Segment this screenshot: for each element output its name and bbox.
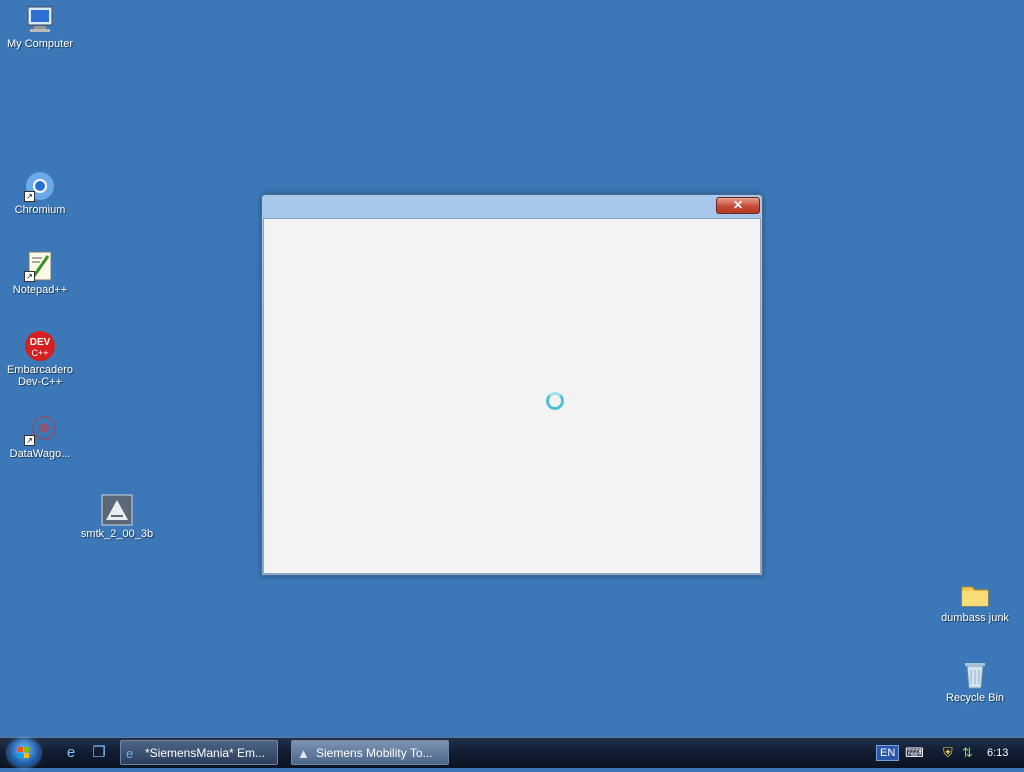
desktop-icon-label: Recycle Bin [945,692,1005,704]
desktop-icon-label: smtk_2_00_3b [80,528,154,540]
quicklaunch-ie-icon[interactable]: e [62,744,80,762]
security-shield-icon[interactable]: ⛨ [943,744,953,762]
desktop-icon-label: Notepad++ [12,284,68,296]
folder-icon [959,578,991,610]
desktop-icon-notepadpp[interactable]: ↗ Notepad++ [0,250,80,296]
svg-text:DEV: DEV [30,337,51,348]
taskbar-button-label: Siemens Mobility To... [316,746,433,760]
desktop-icon-dumbass-junk[interactable]: dumbass junk [935,578,1015,624]
desktop-icon-label: Chromium [14,204,66,216]
close-button[interactable]: ✕ [716,197,760,214]
smtk-installer-icon [101,494,133,526]
shortcut-arrow-icon: ↗ [24,191,35,202]
desktop-icon-label: DataWago... [9,448,71,460]
loading-dialog-window[interactable]: ✕ [261,194,763,576]
taskbar: e ❐ e *SiemensMania* Em... ▲ Siemens Mob… [0,737,1024,768]
clock[interactable]: 6:13 [987,744,1008,762]
recycle-bin-icon [959,658,991,690]
taskbar-button-siemensmania[interactable]: e *SiemensMania* Em... [120,740,278,765]
network-icon[interactable]: ⇅ [962,744,973,762]
loading-spinner-icon [546,392,564,410]
chromium-icon: ↗ [24,170,56,202]
notepadpp-icon: ↗ [24,250,56,282]
windows-logo-icon [18,747,29,758]
keyboard-icon[interactable]: ⌨ [905,744,924,762]
ie-icon: e [126,746,134,761]
start-button[interactable] [8,739,40,767]
computer-icon [24,4,56,36]
desktop-icon-datawagon[interactable]: ↗ DataWago... [0,414,80,460]
taskbar-button-siemens-mobility[interactable]: ▲ Siemens Mobility To... [291,740,449,765]
desktop-icon-chromium[interactable]: ↗ Chromium [0,170,80,216]
window-titlebar[interactable]: ✕ [262,195,762,218]
desktop-icon-label: Embarcadero Dev-C++ [6,364,74,388]
devcpp-icon: DEV C++ [24,330,56,362]
desktop-icon-recycle-bin[interactable]: Recycle Bin [935,658,1015,704]
taskbar-button-label: *SiemensMania* Em... [145,746,266,760]
close-icon: ✕ [732,198,744,212]
quicklaunch-explorer-icon[interactable]: ❐ [90,744,108,762]
desktop-icon-devcpp[interactable]: DEV C++ Embarcadero Dev-C++ [0,330,80,388]
desktop-icon-smtk[interactable]: smtk_2_00_3b [77,494,157,540]
svg-text:C++: C++ [31,348,48,358]
language-indicator[interactable]: EN [876,745,900,761]
desktop-icon-label: My Computer [6,38,74,50]
smtk-app-icon: ▲ [297,746,310,761]
desktop-icon-label: dumbass junk [941,612,1009,624]
shortcut-arrow-icon: ↗ [24,435,35,446]
desktop-icon-my-computer[interactable]: My Computer [0,4,80,50]
shortcut-arrow-icon: ↗ [24,271,35,282]
datawagon-icon: ↗ [24,414,56,446]
window-client-area [263,218,761,574]
